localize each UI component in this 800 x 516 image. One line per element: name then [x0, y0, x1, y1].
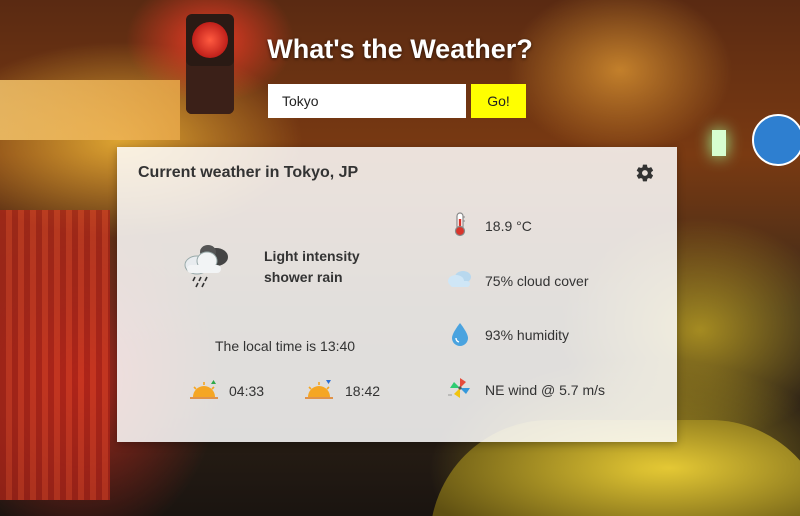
background-sign	[0, 80, 180, 140]
sunrise-time: 04:33	[229, 383, 265, 399]
rain-cloud-icon	[184, 245, 228, 288]
thermometer-icon	[454, 212, 466, 237]
condition-line-2: shower rain	[264, 269, 343, 285]
cloud-icon	[448, 271, 471, 287]
sunset-icon	[305, 380, 333, 399]
weather-panel: Current weather in Tokyo, JP Light inten…	[117, 147, 677, 442]
droplet-icon	[452, 323, 468, 346]
gear-icon[interactable]	[635, 163, 655, 183]
condition-line-1: Light intensity	[264, 248, 360, 264]
sunset-time: 18:42	[345, 383, 381, 399]
temperature-value: 18.9 °C	[485, 218, 532, 234]
cloud-cover-value: 75% cloud cover	[485, 273, 589, 289]
local-time: The local time is 13:40	[215, 338, 356, 354]
sunrise-icon	[190, 380, 218, 399]
app-title: What's the Weather?	[267, 34, 533, 64]
humidity-value: 93% humidity	[485, 327, 570, 343]
weather-heading: Current weather in Tokyo, JP	[138, 164, 359, 181]
background-lamp	[712, 130, 726, 156]
city-search-input[interactable]	[268, 84, 466, 118]
background-road-sign	[752, 114, 800, 166]
go-button[interactable]: Go!	[471, 84, 526, 118]
background-storefront	[0, 210, 110, 500]
pinwheel-icon	[448, 378, 470, 398]
condition-description: Light intensity shower rain	[264, 246, 384, 288]
wind-value: NE wind @ 5.7 m/s	[485, 382, 606, 398]
